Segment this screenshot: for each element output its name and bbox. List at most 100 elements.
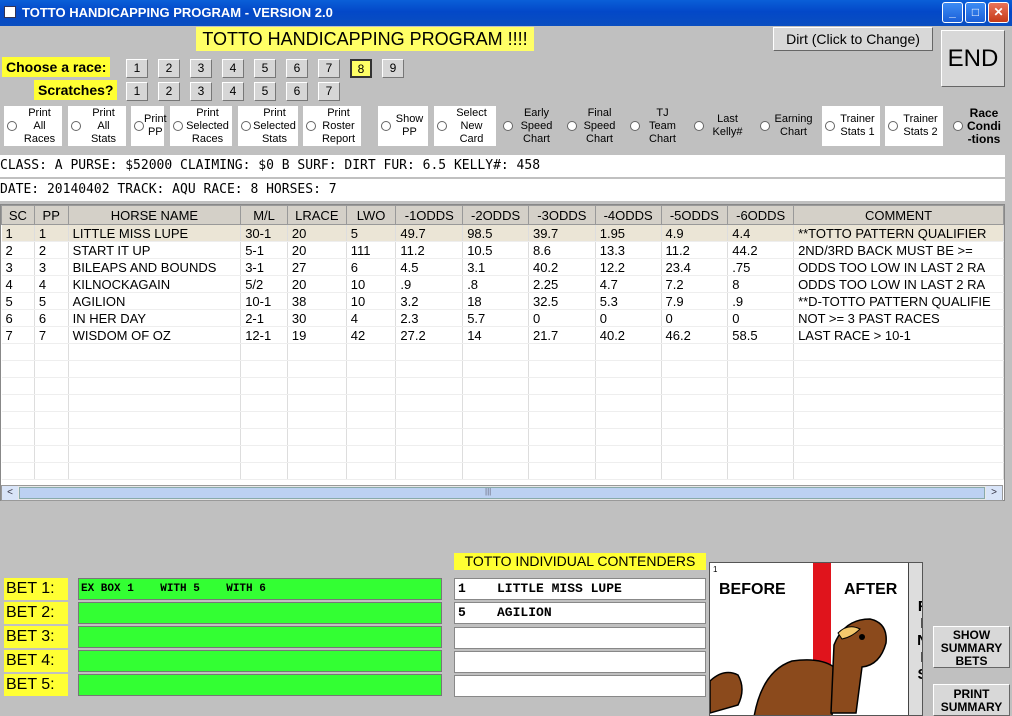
scroll-thumb[interactable]: ||| (19, 487, 985, 499)
race-button-8[interactable]: 8 (350, 59, 372, 78)
option-trainer-stats-1[interactable]: Trainer Stats 1 (822, 106, 880, 146)
option-print-pp[interactable]: Print PP (131, 106, 167, 146)
table-row[interactable] (1, 445, 1004, 463)
table-row[interactable]: 5 5 AGILION 10-1 38 10 3.2 18 32.5 5.3 7.9.9 **D-TO… (1, 292, 1004, 310)
table-cell (395, 360, 464, 378)
table-row[interactable] (1, 360, 1004, 378)
bet-field-4[interactable] (78, 650, 442, 672)
radio-icon[interactable] (134, 121, 144, 131)
radio-icon[interactable] (760, 121, 770, 131)
column-header[interactable]: LRACE (286, 205, 347, 225)
radio-icon[interactable] (630, 121, 640, 131)
option-show-pp[interactable]: Show PP (378, 106, 428, 146)
option-last-kelly[interactable]: Last Kelly# (691, 106, 751, 146)
radio-icon[interactable] (381, 121, 391, 131)
radio-icon[interactable] (825, 121, 835, 131)
table-row[interactable]: 6 6 IN HER DAY 2-1 30 4 2.3 5.7 0 0 0 0 NOT >= 3 PAS… (1, 309, 1004, 327)
scratch-button-6[interactable]: 6 (286, 82, 308, 101)
radio-icon[interactable] (306, 121, 316, 131)
option-early-speed-chart[interactable]: Early Speed Chart (500, 106, 560, 146)
scroll-right-arrow-icon[interactable]: > (986, 486, 1002, 500)
maximize-button[interactable]: □ (965, 2, 986, 23)
end-button[interactable]: END (941, 30, 1005, 87)
column-header[interactable]: -1ODDS (395, 205, 464, 225)
option-trainer-stats-2[interactable]: Trainer Stats 2 (885, 106, 943, 146)
table-cell (793, 428, 1004, 446)
radio-icon[interactable] (567, 121, 577, 131)
race-button-6[interactable]: 6 (286, 59, 308, 78)
table-row[interactable] (1, 411, 1004, 429)
table-cell (346, 445, 397, 463)
table-cell: 27.2 (395, 326, 464, 344)
horse-grid[interactable]: SC PP HORSE NAME M/L LRACE LWO -1ODDS -2ODDS -3O… (0, 204, 1005, 501)
option-print-all-races[interactable]: Print All Races (4, 106, 62, 146)
race-button-5[interactable]: 5 (254, 59, 276, 78)
scroll-left-arrow-icon[interactable]: < (2, 486, 18, 500)
race-button-4[interactable]: 4 (222, 59, 244, 78)
race-button-7[interactable]: 7 (318, 59, 340, 78)
table-row[interactable]: 3 3 BILEAPS AND BOUNDS 3-1 27 6 4.5 3.1 40.2 12.2… (1, 258, 1004, 276)
print-summary-button[interactable]: PRINT SUMMARY (933, 684, 1010, 716)
column-header[interactable]: PP (33, 205, 69, 225)
race-button-1[interactable]: 1 (126, 59, 148, 78)
radio-icon[interactable] (953, 121, 963, 131)
scratch-button-5[interactable]: 5 (254, 82, 276, 101)
close-button[interactable]: ✕ (988, 2, 1009, 23)
option-print-roster-report[interactable]: Print Roster Report (303, 106, 361, 146)
horse-illustration-icon (710, 618, 887, 715)
option-print-selected-stats[interactable]: Print Selected Stats (238, 106, 298, 146)
table-row[interactable]: 1 1 LITTLE MISS LUPE 30-1 20 5 49.7 98.5 39.7 1.9… (1, 224, 1004, 242)
option-label: Final Speed Chart (583, 106, 616, 145)
column-header[interactable]: -2ODDS (462, 205, 529, 225)
show-summary-bets-button[interactable]: SHOW SUMMARY BETS (933, 626, 1010, 668)
option-select-new-card[interactable]: Select New Card (434, 106, 496, 146)
option-race-conditions[interactable]: Race Condi -tions (950, 106, 1005, 146)
table-row[interactable]: 4 4 KILNOCKAGAIN 5/2 20 10.9.8 2.25 4.7 7.2 8 ODDS… (1, 275, 1004, 293)
option-tj-team-chart[interactable]: TJ Team Chart (627, 106, 685, 146)
bet-label-4: BET 4: (4, 650, 68, 672)
table-row[interactable] (1, 394, 1004, 412)
column-header[interactable]: -4ODDS (594, 205, 662, 225)
option-earning-chart[interactable]: Earning Chart (757, 106, 817, 146)
bet-field-3[interactable] (78, 626, 442, 648)
option-final-speed-chart[interactable]: Final Speed Chart (564, 106, 622, 146)
scratch-button-7[interactable]: 7 (318, 82, 340, 101)
bet-field-2[interactable] (78, 602, 442, 624)
column-header[interactable]: COMMENT (793, 205, 1004, 225)
column-header[interactable]: HORSE NAME (67, 205, 242, 225)
scratch-button-1[interactable]: 1 (126, 82, 148, 101)
table-row[interactable] (1, 428, 1004, 446)
table-row[interactable] (1, 462, 1004, 480)
table-row[interactable] (1, 377, 1004, 395)
scratch-button-3[interactable]: 3 (190, 82, 212, 101)
column-header[interactable]: M/L (240, 205, 288, 225)
race-button-3[interactable]: 3 (190, 59, 212, 78)
minimize-button[interactable]: _ (942, 2, 963, 23)
bet-field-1[interactable]: EX BOX 1 WITH 5 WITH 6 (78, 578, 442, 600)
column-header[interactable]: -6ODDS (727, 205, 795, 225)
scratch-button-2[interactable]: 2 (158, 82, 180, 101)
radio-icon[interactable] (437, 121, 447, 131)
column-header[interactable]: LWO (345, 205, 397, 225)
radio-icon[interactable] (694, 121, 704, 131)
radio-icon[interactable] (888, 121, 898, 131)
radio-icon[interactable] (173, 121, 183, 131)
column-header[interactable]: -5ODDS (660, 205, 729, 225)
scratch-button-4[interactable]: 4 (222, 82, 244, 101)
radio-icon[interactable] (241, 121, 251, 131)
column-header[interactable]: -3ODDS (527, 205, 596, 225)
column-header[interactable]: SC (1, 205, 35, 225)
table-row[interactable]: 2 2 START IT UP 5-1 20 111 11.2 10.5 8.6 13.3 11.2… (1, 241, 1004, 259)
radio-icon[interactable] (71, 121, 81, 131)
bet-field-5[interactable] (78, 674, 442, 696)
option-print-all-stats[interactable]: Print All Stats (68, 106, 126, 146)
radio-icon[interactable] (503, 121, 513, 131)
horizontal-scrollbar[interactable]: < ||| > (1, 485, 1003, 501)
radio-icon[interactable] (7, 121, 17, 131)
option-print-selected-races[interactable]: Print Selected Races (170, 106, 232, 146)
table-row[interactable]: 7 7 WISDOM OF OZ 12-1 19 42 27.2 14 21.7 40.2 46.2… (1, 326, 1004, 344)
surface-toggle-button[interactable]: Dirt (Click to Change) (773, 27, 933, 51)
race-button-9[interactable]: 9 (382, 59, 404, 78)
table-row[interactable] (1, 343, 1004, 361)
race-button-2[interactable]: 2 (158, 59, 180, 78)
